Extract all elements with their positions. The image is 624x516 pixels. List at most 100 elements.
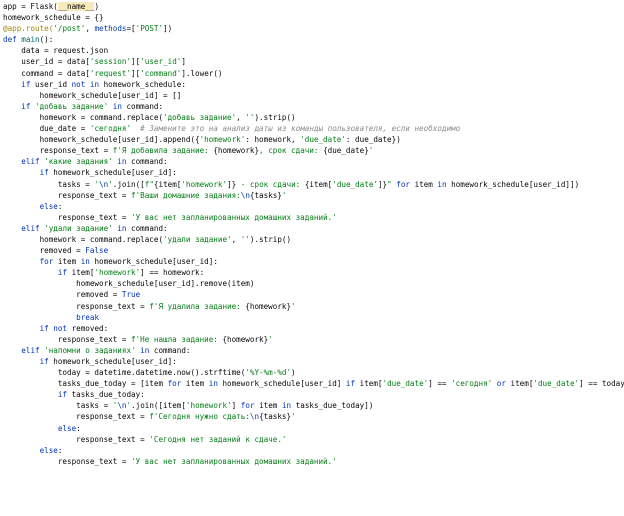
- code-line[interactable]: if not removed:: [3, 323, 624, 334]
- code-line[interactable]: app = Flask(__name__): [3, 1, 624, 12]
- code-token: \n: [240, 190, 250, 200]
- code-line[interactable]: def main():: [3, 34, 624, 45]
- code-line[interactable]: else:: [3, 423, 624, 434]
- code-line[interactable]: else:: [3, 201, 624, 212]
- code-line[interactable]: homework_schedule = {}: [3, 12, 624, 23]
- code-token: for: [167, 379, 186, 389]
- code-line[interactable]: removed = True: [3, 289, 624, 300]
- code-token: 'сегодня': [451, 379, 493, 389]
- code-token: item: [57, 257, 81, 267]
- code-line[interactable]: response_text = 'У вас нет запланированн…: [3, 456, 624, 467]
- code-token: elif: [21, 157, 45, 167]
- code-line[interactable]: break: [3, 312, 624, 323]
- code-line[interactable]: for item in homework_schedule[user_id]:: [3, 256, 624, 267]
- code-line[interactable]: if user_id not in homework_schedule:: [3, 79, 624, 90]
- code-token: if: [57, 390, 72, 400]
- code-line[interactable]: @app.route('/post', methods=['POST']): [3, 23, 624, 34]
- code-token: app = Flask(: [3, 2, 58, 11]
- code-token: if: [21, 101, 36, 111]
- code-line[interactable]: removed = False: [3, 245, 624, 256]
- code-line[interactable]: response_text = f'Сегодня нужно сдать:\n…: [3, 411, 624, 422]
- code-token: ]: [231, 401, 241, 411]
- code-line[interactable]: homework = command.replace('добавь задан…: [3, 112, 624, 123]
- code-line[interactable]: if 'добавь задание' in command:: [3, 101, 624, 112]
- code-token: homework = command.replace(: [3, 112, 164, 122]
- code-line[interactable]: user_id = data['session']['user_id']: [3, 56, 624, 67]
- code-line[interactable]: response_text = 'У вас нет запланированн…: [3, 212, 624, 223]
- code-line[interactable]: else:: [3, 445, 624, 456]
- code-editor[interactable]: app = Flask(__name__) homework_schedule =…: [0, 0, 624, 516]
- code-token: \n: [249, 412, 260, 422]
- code-line[interactable]: elif 'удали задание' in command:: [3, 223, 624, 234]
- code-token: removed:: [71, 323, 109, 333]
- code-line[interactable]: homework = command.replace('удали задани…: [3, 234, 624, 245]
- code-token: user_id: [35, 79, 72, 89]
- code-area[interactable]: app = Flask(__name__) homework_schedule =…: [0, 0, 624, 467]
- code-token: due_date =: [3, 124, 90, 134]
- code-token: else: [39, 445, 58, 455]
- code-line[interactable]: response_text = f'Ваши домашние задания:…: [3, 190, 624, 201]
- code-line[interactable]: response_text = f'Я удалила задание: {ho…: [3, 301, 624, 312]
- code-token: homework_schedule[user_id].remove(item): [3, 279, 255, 289]
- code-line[interactable]: if item['homework'] == homework:: [3, 267, 624, 278]
- code-token: 'homework': [199, 135, 246, 145]
- code-token: ': [268, 334, 273, 344]
- code-token: : homework,: [245, 135, 301, 145]
- code-line[interactable]: elif 'какие задания' in command:: [3, 156, 624, 167]
- code-line[interactable]: response_text = f'Я добавила задание: {h…: [3, 145, 624, 156]
- code-token: if not: [39, 323, 72, 333]
- code-token: command:: [131, 223, 168, 233]
- code-line[interactable]: tasks_due_today = [item for item in home…: [3, 378, 624, 389]
- code-token: item: [259, 401, 282, 411]
- code-token: command = data[: [3, 68, 90, 78]
- code-token: ': [291, 301, 296, 311]
- code-token: 'request': [89, 68, 132, 78]
- code-token: {homework}: [245, 301, 292, 311]
- code-token: {homework}: [213, 146, 260, 156]
- code-token: response_text =: [3, 146, 113, 156]
- code-token: item[: [359, 379, 383, 389]
- code-token: 'какие задания': [44, 157, 113, 167]
- code-line[interactable]: today = datetime.datetime.now().strftime…: [3, 367, 624, 378]
- code-token: '%Y-%m-%d': [245, 368, 292, 378]
- code-line[interactable]: elif 'напомни о заданиях' in command:: [3, 345, 624, 356]
- code-token: in: [281, 401, 296, 411]
- code-line[interactable]: homework_schedule[user_id] = []: [3, 90, 624, 101]
- code-token: 'удали задание': [44, 223, 113, 233]
- code-token: , срок сдачи:: [259, 146, 324, 156]
- code-line[interactable]: response_text = f'Не нашла задание: {hom…: [3, 334, 624, 345]
- code-token: 'homework': [94, 268, 141, 278]
- code-token: in: [208, 379, 223, 389]
- code-token: command:: [126, 101, 164, 111]
- code-token: homework_schedule = {}: [3, 13, 104, 23]
- code-line[interactable]: tasks = '\n'.join([item['homework'] for …: [3, 400, 624, 411]
- code-token: ): [291, 368, 296, 378]
- code-token: f'Я удалила задание:: [149, 301, 246, 311]
- code-line[interactable]: command = data['request']['command'].low…: [3, 68, 624, 79]
- code-line[interactable]: response_text = 'Сегодня нет заданий к с…: [3, 434, 624, 445]
- code-token: response_text =: [3, 190, 132, 200]
- code-token: in: [135, 345, 154, 355]
- code-line[interactable]: data = request.json: [3, 45, 624, 56]
- code-line[interactable]: due_date = 'сегодня' # Замените это на а…: [3, 123, 624, 134]
- code-token: in: [112, 157, 132, 167]
- code-token: ]): [163, 24, 173, 34]
- code-token: break: [76, 312, 100, 322]
- code-token: homework_schedule[user_id]:: [53, 357, 177, 366]
- code-line[interactable]: if homework_schedule[user_id]:: [3, 356, 624, 367]
- code-line[interactable]: if tasks_due_today:: [3, 389, 624, 400]
- code-line[interactable]: homework_schedule[user_id].remove(item): [3, 278, 624, 289]
- code-token: 'command': [140, 68, 182, 78]
- code-token: homework_schedule[user_id]:: [94, 257, 218, 267]
- code-line[interactable]: homework_schedule[user_id].append({'home…: [3, 134, 624, 145]
- code-line[interactable]: tasks = '\n'.join([f"{item['homework']} …: [3, 179, 624, 190]
- code-line[interactable]: if homework_schedule[user_id]:: [3, 167, 624, 178]
- code-token: for: [240, 401, 260, 411]
- code-token: 'У вас нет запланированных домашних зада…: [131, 212, 337, 222]
